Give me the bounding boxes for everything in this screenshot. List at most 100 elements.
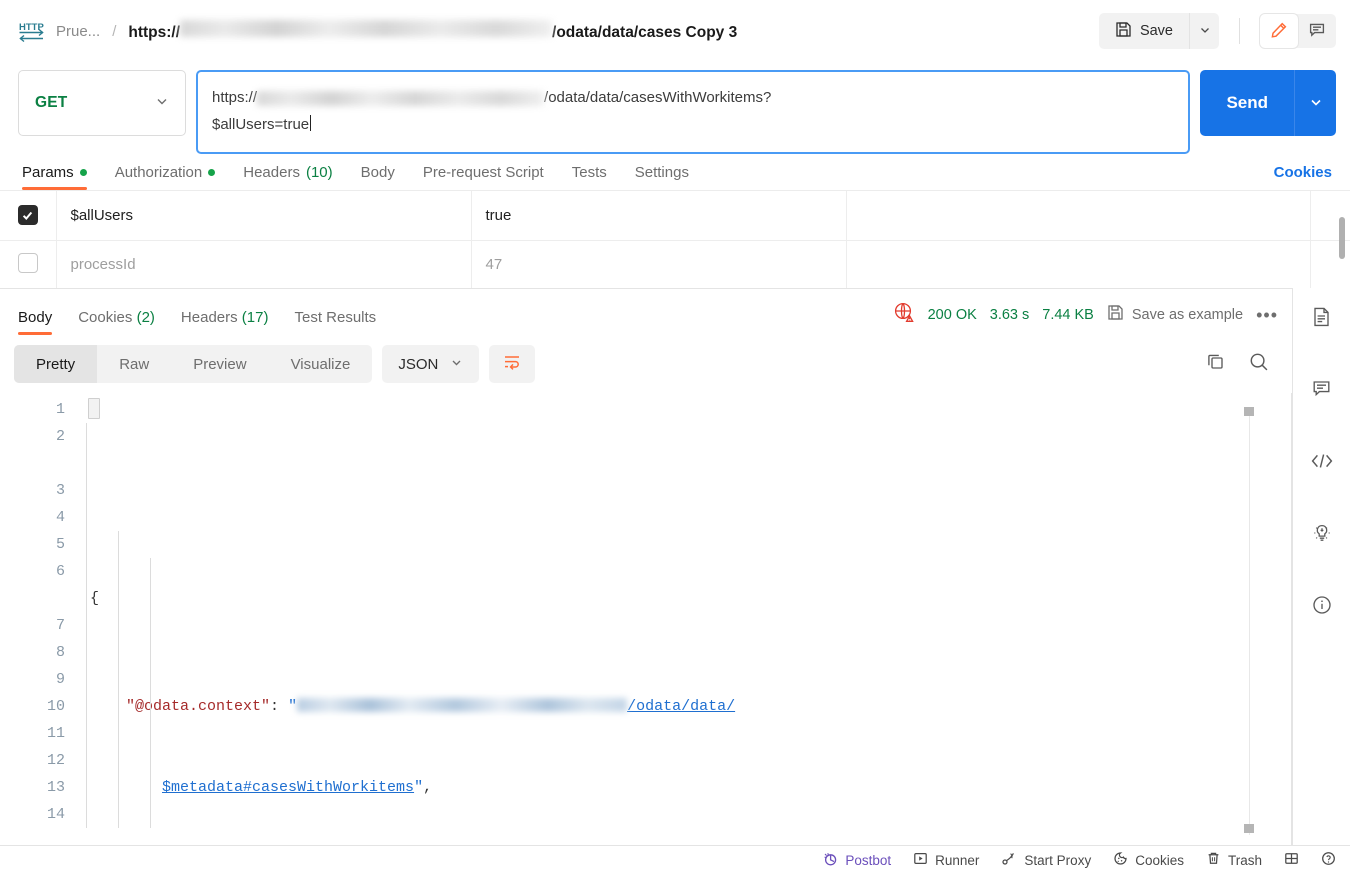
cookie-icon xyxy=(1113,851,1128,869)
response-tab-headers-count: (17) xyxy=(242,309,269,326)
sidebar-item-comments[interactable] xyxy=(1305,376,1339,406)
tab-pre-request-script[interactable]: Pre-request Script xyxy=(423,164,544,190)
footer-item-postbot-label: Postbot xyxy=(845,853,891,868)
response-pane: Body Cookies (2) Headers (17) Test Resul… xyxy=(0,288,1292,845)
url-path: /odata/data/casesWithWorkitems? xyxy=(544,89,771,106)
ellipsis-icon[interactable]: ••• xyxy=(1256,310,1278,320)
response-body-viewer[interactable]: 1 2 3 4 5 6 7 8 9 10 11 12 13 xyxy=(0,393,1292,845)
response-tab-body[interactable]: Body xyxy=(18,309,52,335)
response-tab-headers[interactable]: Headers (17) xyxy=(181,309,269,335)
comment-icon xyxy=(1311,378,1332,404)
param-key-cell[interactable]: $allUsers xyxy=(56,191,471,240)
param-value-cell[interactable]: 47 xyxy=(471,240,846,288)
footer-item-runner[interactable]: Runner xyxy=(913,851,979,869)
tab-headers[interactable]: Headers (10) xyxy=(243,164,332,190)
http-method-select[interactable]: GET xyxy=(18,70,186,136)
params-scrollbar-thumb[interactable] xyxy=(1339,217,1345,259)
line-number: 14 xyxy=(0,801,65,828)
pencil-icon xyxy=(1270,21,1288,42)
footer-item-trash[interactable]: Trash xyxy=(1206,851,1262,869)
layout-toggle-icon xyxy=(1284,851,1299,869)
save-as-example-button[interactable]: Save as example xyxy=(1107,304,1243,325)
word-wrap-toggle[interactable] xyxy=(489,345,535,383)
sidebar-item-suggestions[interactable] xyxy=(1305,520,1339,550)
comments-button[interactable] xyxy=(1298,14,1336,48)
document-icon xyxy=(1311,306,1332,333)
response-tab-cookies[interactable]: Cookies (2) xyxy=(78,309,155,335)
footer-item-layout-toggle[interactable] xyxy=(1284,851,1299,869)
postman-window: HTTP Prue... / https:// /odata/data/case… xyxy=(0,0,1350,874)
save-button[interactable]: Save xyxy=(1099,13,1189,49)
send-button-group: Send xyxy=(1200,70,1336,136)
tab-params-label: Params xyxy=(22,164,74,181)
save-button-group: Save xyxy=(1099,13,1219,49)
tab-settings[interactable]: Settings xyxy=(635,164,689,190)
footer-item-start-proxy[interactable]: Start Proxy xyxy=(1001,851,1091,869)
param-value-cell[interactable]: true xyxy=(471,191,846,240)
footer-item-cookies[interactable]: Cookies xyxy=(1113,851,1184,869)
param-key-cell[interactable]: processId xyxy=(56,240,471,288)
sidebar-item-documentation[interactable] xyxy=(1305,304,1339,334)
chevron-down-icon xyxy=(450,356,463,373)
checkbox-unchecked-icon[interactable] xyxy=(18,253,38,273)
tab-body[interactable]: Body xyxy=(361,164,395,190)
json-link[interactable]: /odata/data/ xyxy=(627,698,735,715)
view-mode-preview[interactable]: Preview xyxy=(171,345,268,383)
sidebar-item-code[interactable] xyxy=(1305,448,1339,478)
status-dot-icon xyxy=(208,169,215,176)
sidebar-item-info[interactable] xyxy=(1305,592,1339,622)
url-input[interactable]: https:///odata/data/casesWithWorkitems? … xyxy=(196,70,1190,154)
response-tabs: Body Cookies (2) Headers (17) Test Resul… xyxy=(0,288,1292,335)
view-mode-group: Pretty Raw Preview Visualize xyxy=(14,345,372,383)
send-button[interactable]: Send xyxy=(1200,70,1294,136)
footer-item-help[interactable] xyxy=(1321,851,1336,869)
line-number: 13 xyxy=(0,774,65,801)
line-number: 7 xyxy=(0,612,65,639)
code-scroll-thumb[interactable] xyxy=(1244,407,1254,416)
param-description-cell[interactable] xyxy=(846,191,1310,240)
footer-item-postbot[interactable]: Postbot xyxy=(822,851,891,870)
table-row[interactable]: $allUsers true xyxy=(0,191,1350,240)
response-tab-cookies-label: Cookies xyxy=(78,309,132,326)
response-format-select[interactable]: JSON xyxy=(382,345,479,383)
tab-authorization[interactable]: Authorization xyxy=(115,164,216,190)
status-bar: Postbot Runner Start Proxy xyxy=(0,845,1350,874)
page-title: https:// /odata/data/cases Copy 3 xyxy=(128,20,737,42)
tab-tests[interactable]: Tests xyxy=(572,164,607,190)
send-dropdown-button[interactable] xyxy=(1294,70,1336,136)
response-tab-test-results[interactable]: Test Results xyxy=(294,309,376,335)
view-mode-raw[interactable]: Raw xyxy=(97,345,171,383)
tab-params[interactable]: Params xyxy=(22,164,87,190)
code-scroll-marker[interactable] xyxy=(1244,824,1254,833)
header-icon-group xyxy=(1260,14,1336,48)
copy-icon[interactable] xyxy=(1205,351,1226,377)
cookies-link[interactable]: Cookies xyxy=(1274,164,1332,190)
search-icon[interactable] xyxy=(1248,351,1270,378)
line-number-blank xyxy=(0,585,65,612)
text-caret xyxy=(310,115,311,131)
view-mode-visualize[interactable]: Visualize xyxy=(269,345,373,383)
json-link-continued[interactable]: $metadata#casesWithWorkitems xyxy=(162,779,414,796)
code-line: { xyxy=(90,585,1292,612)
help-circle-icon xyxy=(1321,851,1336,869)
param-enabled-cell[interactable] xyxy=(0,191,56,240)
info-icon xyxy=(1311,594,1333,621)
footer-item-trash-label: Trash xyxy=(1228,853,1262,868)
globe-warning-icon[interactable] xyxy=(893,301,915,328)
line-number: 10 xyxy=(0,693,65,720)
fold-guide xyxy=(86,423,87,828)
param-description-cell[interactable] xyxy=(846,240,1310,288)
breadcrumb-parent[interactable]: Prue... xyxy=(56,23,100,40)
line-number: 8 xyxy=(0,639,65,666)
page-title-path: /odata/data/cases Copy 3 xyxy=(552,24,737,42)
table-row[interactable]: processId 47 xyxy=(0,240,1350,288)
line-number: 2 xyxy=(0,423,65,450)
edit-request-button[interactable] xyxy=(1260,14,1298,48)
checkbox-checked-icon[interactable] xyxy=(18,205,38,225)
save-button-label: Save xyxy=(1140,23,1173,39)
param-enabled-cell[interactable] xyxy=(0,240,56,288)
view-mode-pretty[interactable]: Pretty xyxy=(14,345,97,383)
code-right-divider xyxy=(1291,393,1292,845)
save-dropdown-button[interactable] xyxy=(1189,13,1219,49)
postbot-icon xyxy=(822,851,838,870)
